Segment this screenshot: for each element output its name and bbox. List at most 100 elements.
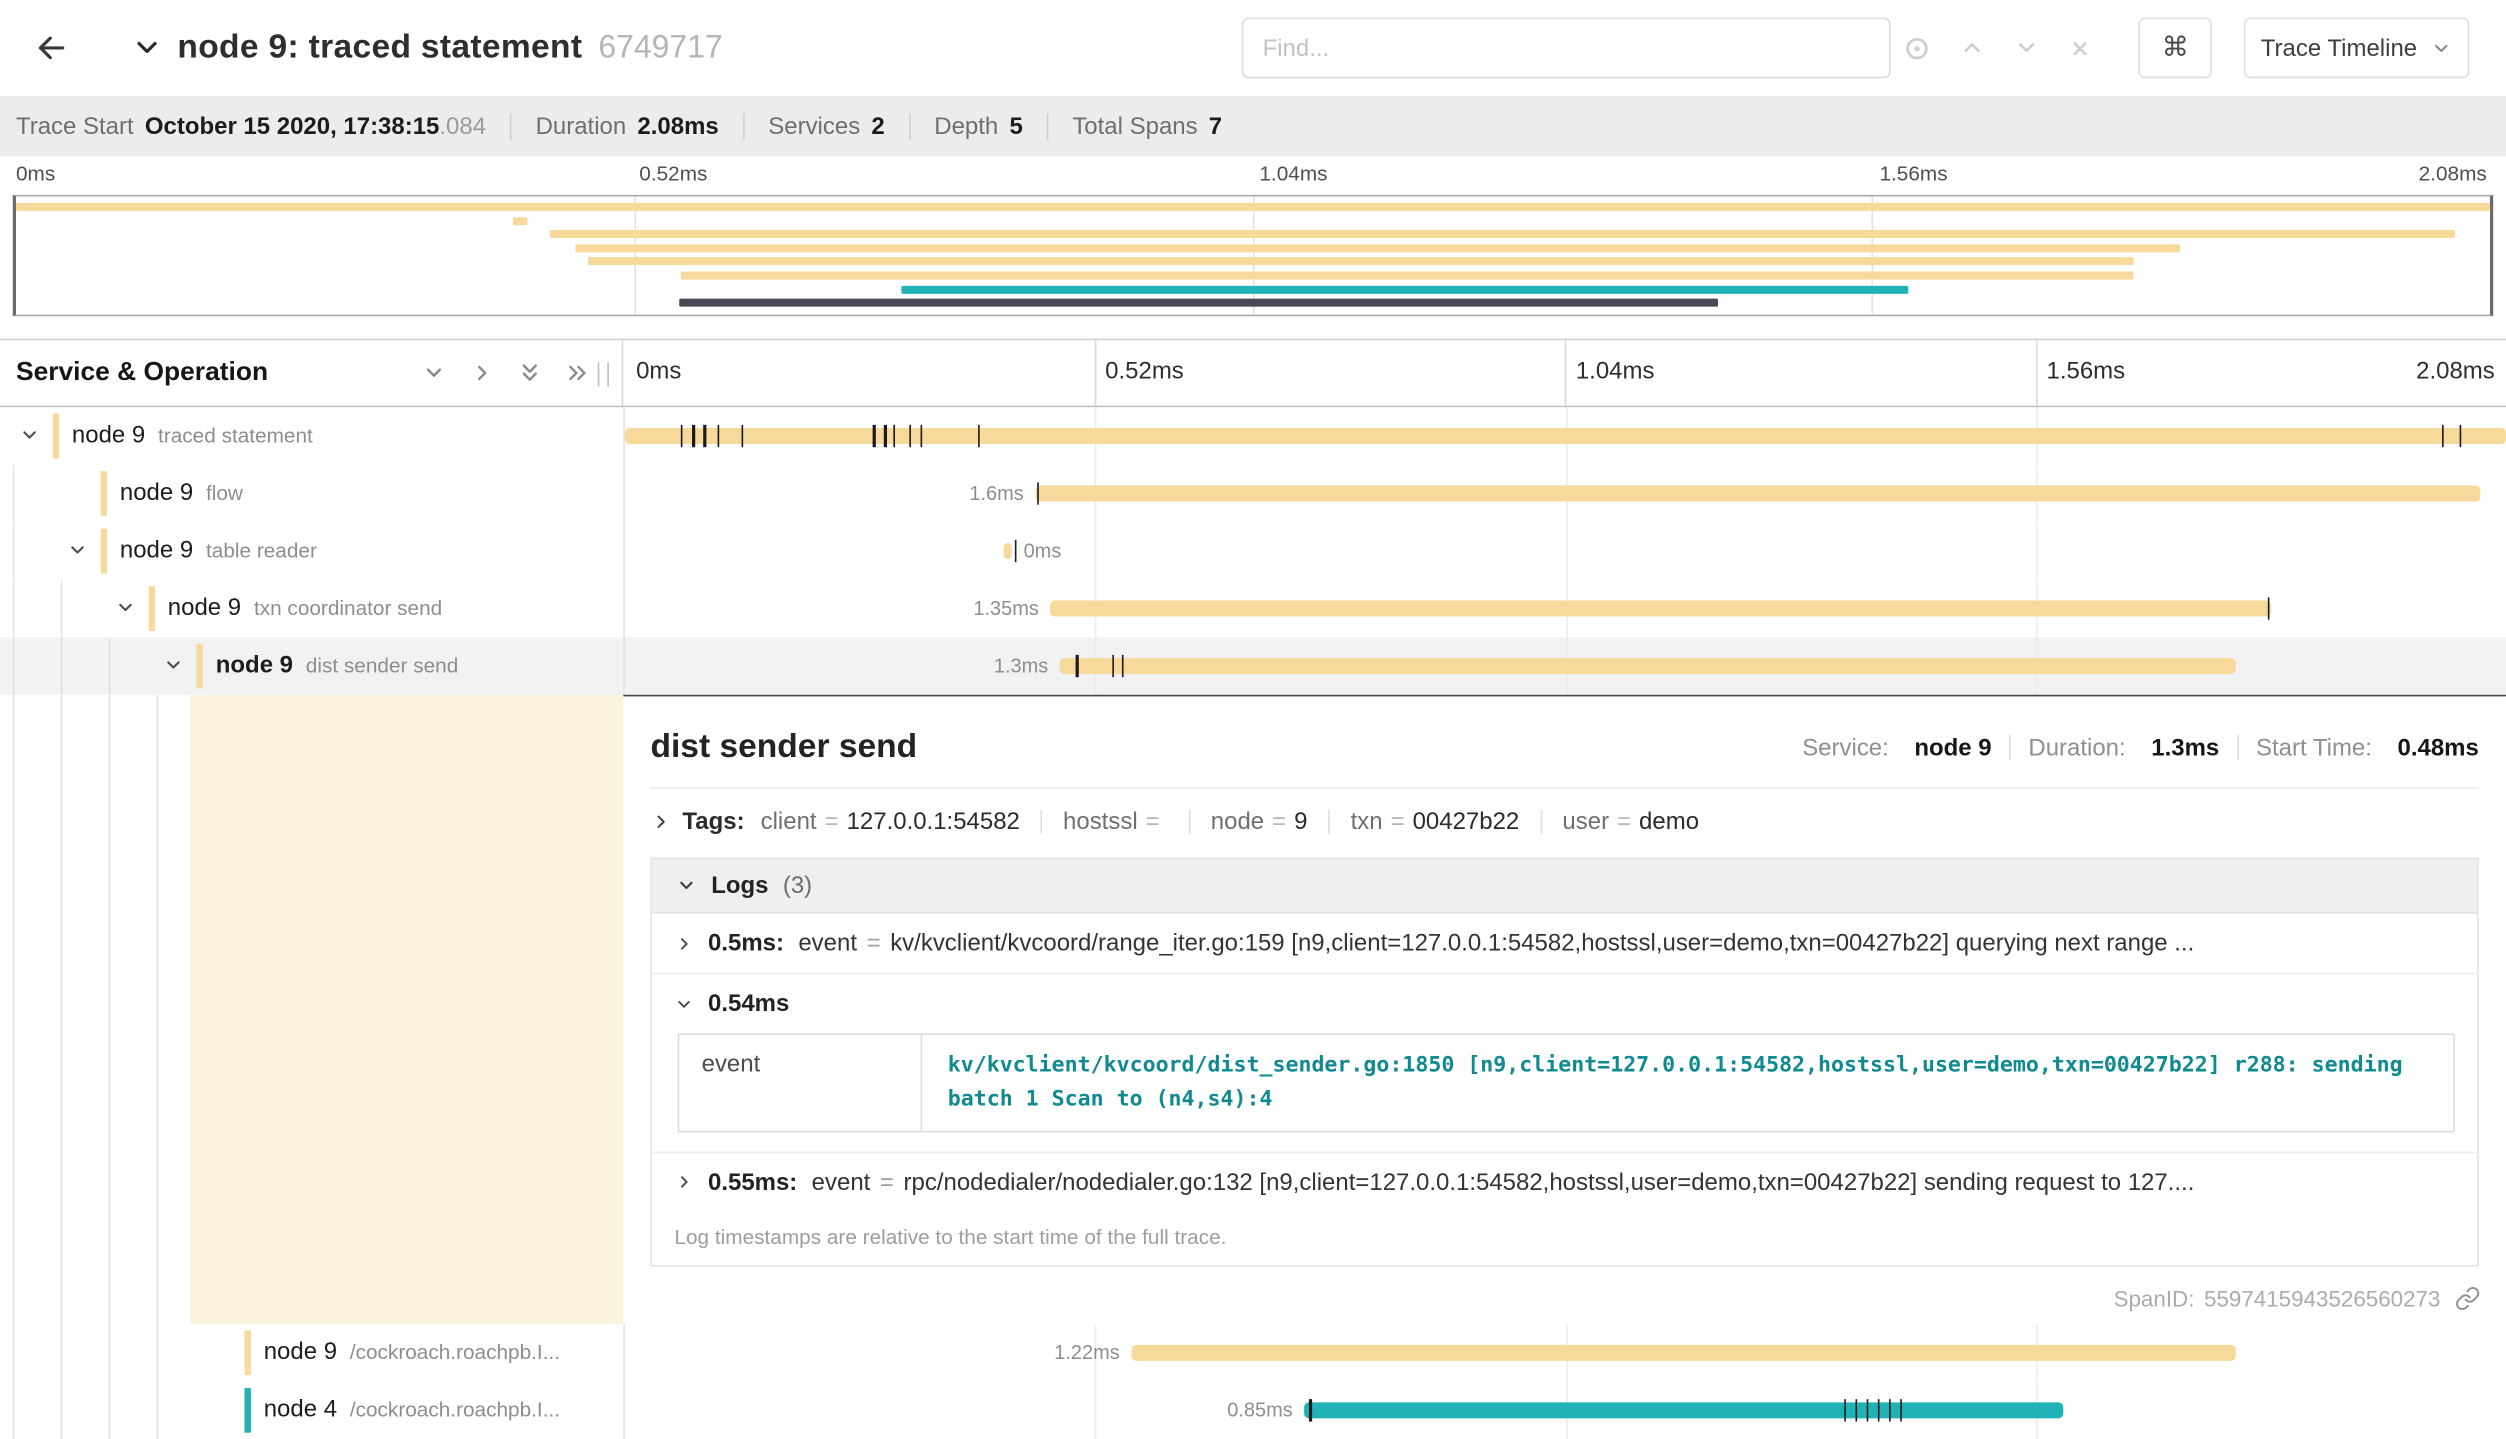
tags-toggle[interactable]: Tags: [650,808,744,835]
indent-guide [61,1324,63,1381]
timeline-tick-label: 2.08ms [2416,358,2495,385]
timeline-gridline [2035,340,2037,405]
span-bar[interactable] [1059,658,2235,674]
find-prev-button[interactable] [1959,35,1985,61]
tree-cell[interactable]: node 9traced statement [0,407,623,464]
span-detail-row: dist sender send Service:node 9Duration:… [0,695,2506,1324]
meta-separator [2009,735,2011,761]
detail-divider [650,787,2478,789]
find-input[interactable] [1242,18,1891,79]
find-clear-button[interactable] [2068,36,2092,60]
tree-cell[interactable]: node 9dist sender send [0,637,623,694]
summary-separator [510,113,512,140]
tree-cell[interactable]: node 9flow [0,465,623,522]
tags-label: Tags: [682,808,744,835]
log-time: 0.5ms: [708,930,784,957]
span-bar[interactable] [1050,601,2271,617]
chevron-down-icon [676,875,697,896]
tag-separator [1328,810,1330,834]
arrow-left-icon [35,32,67,64]
span-log-tick [1076,655,1078,677]
column-resizer[interactable] [598,363,609,387]
log-entries: 0.5ms:event=kv/kvclient/kvcoord/range_it… [652,914,2477,1212]
indent-guide [61,1382,63,1439]
tree-chevron[interactable] [67,540,88,561]
tag-item: user=demo [1562,808,1699,835]
span-log-tick [894,425,896,447]
view-dropdown-button[interactable]: Trace Timeline [2244,18,2469,79]
summary-separator [743,113,745,140]
tree-cell[interactable]: node 9table reader [0,522,623,579]
summary-item: Duration2.08ms [536,113,719,140]
log-entry[interactable]: 0.5ms:event=kv/kvclient/kvcoord/range_it… [652,914,2477,973]
span-duration-label: 1.22ms [1054,1341,1120,1363]
indent-guide [157,695,159,1324]
span-row: node 9/cockroach.roachpb.I... 1.22ms [0,1324,2506,1381]
summary-value: October 15 2020, 17:38:15.084 [145,113,486,140]
span-duration-label: 1.6ms [969,482,1023,504]
indent-guide [61,637,63,694]
span-id-row: SpanID: 5597415943526560273 [2114,1286,2481,1312]
log-entry[interactable]: 0.55ms:event=rpc/nodedialer/nodedialer.g… [652,1151,2477,1212]
minimap-span-bar [902,285,1909,293]
minimap-tick-label: 0.52ms [639,161,707,185]
span-log-tick [1037,482,1039,504]
span-log-tick [979,425,981,447]
expand-one-button[interactable] [470,361,494,385]
service-name: node 4 [264,1396,337,1423]
summary-muted: .084 [439,113,486,140]
minimap-span-bar [679,299,1718,307]
trace-collapse-chevron[interactable] [131,32,163,64]
log-entry-chevron [674,994,693,1013]
tag-item: hostssl= [1063,808,1168,835]
find-next-button[interactable] [2014,35,2040,61]
back-button[interactable] [19,16,83,80]
collapse-all-button[interactable] [518,361,542,385]
indent-guide [13,1382,15,1439]
link-icon[interactable] [2455,1286,2481,1312]
selected-span-band [190,695,623,1324]
minimap-canvas[interactable] [13,195,2493,316]
chevron-down-icon [67,540,88,561]
span-bar[interactable] [625,428,2506,444]
tree-cell[interactable]: node 9txn coordinator send [0,580,623,637]
span-bar[interactable] [1003,543,1012,559]
double-chevron-down-icon [518,361,542,385]
close-icon [2068,36,2092,60]
tag-key: hostssl [1063,808,1138,835]
trace-minimap: 0ms0.52ms1.04ms1.56ms2.08ms [0,157,2506,320]
tree-chevron[interactable] [163,655,184,676]
timeline-tick-label: 0ms [636,358,681,385]
tag-value: 127.0.0.1:54582 [847,808,1020,835]
chevron-down-icon [674,994,693,1013]
summary-label: Depth [934,113,998,140]
collapse-one-button[interactable] [422,361,446,385]
minimap-span-bar [587,258,2133,266]
tree-chevron[interactable] [115,597,136,618]
meta-separator [2237,735,2239,761]
expand-all-button[interactable] [566,361,590,385]
tag-equals: = [825,808,839,835]
tree-chevron[interactable] [19,425,40,446]
indent-guide [13,637,15,694]
logs-toggle[interactable]: Logs (3) [652,859,2477,913]
span-log-tick [2267,597,2269,619]
summary-separator [909,113,911,140]
tree-cell[interactable]: node 4/cockroach.roachpb.I... [0,1382,623,1439]
span-bar[interactable] [1035,486,2480,502]
span-bar[interactable] [1304,1402,2064,1418]
keyboard-shortcut-button[interactable]: ⌘ [2138,18,2212,79]
logs-footer: Log timestamps are relative to the start… [652,1212,2477,1265]
top-bar: node 9: traced statement 6749717 ⌘ Trace… [0,0,2506,96]
span-bar[interactable] [1131,1345,2235,1361]
indent-guide [109,695,111,1324]
service-name: node 9 [264,1338,337,1365]
timeline-gridline [1094,340,1096,405]
tag-key: txn [1351,808,1383,835]
log-entry-toggle[interactable]: 0.54ms [674,990,2454,1017]
tree-cell[interactable]: node 9/cockroach.roachpb.I... [0,1324,623,1381]
tags-section: Tags: client=127.0.0.1:54582hostssl=node… [650,808,2478,835]
indent-guide [61,580,63,637]
log-fields-table: eventkv/kvclient/kvcoord/dist_sender.go:… [678,1033,2455,1132]
minimap-tick-labels: 0ms0.52ms1.04ms1.56ms2.08ms [13,161,2493,190]
